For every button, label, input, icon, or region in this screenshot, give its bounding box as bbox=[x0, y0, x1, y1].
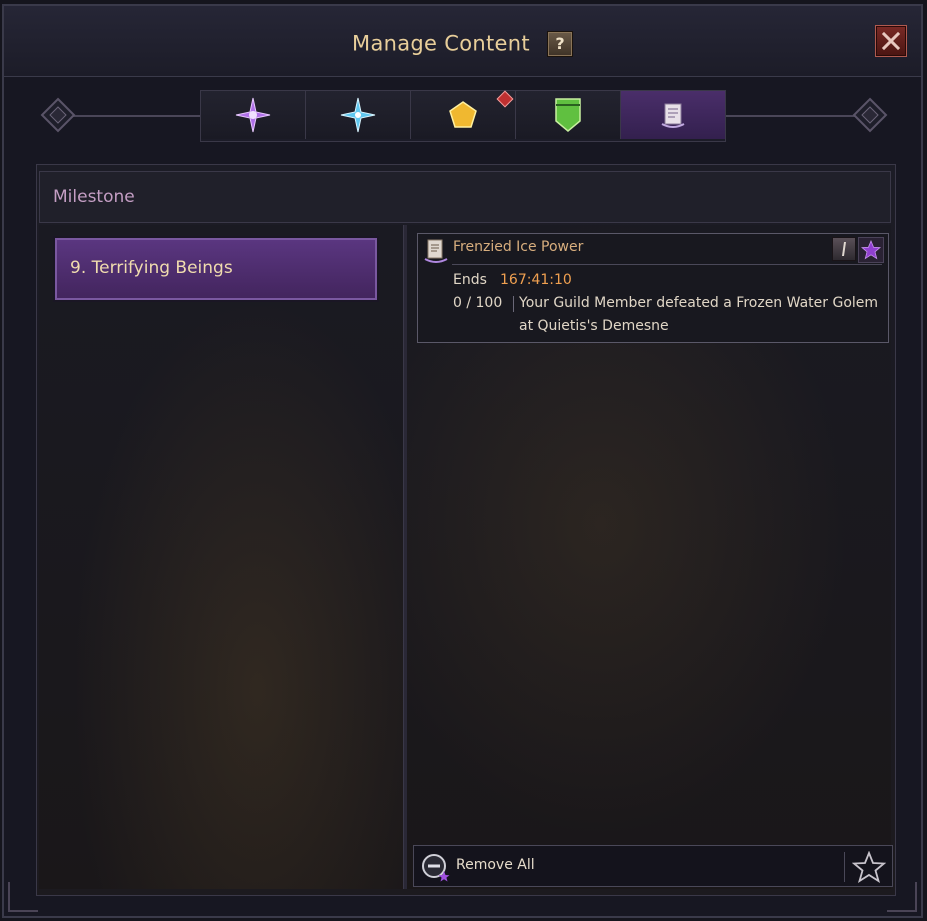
section-header-label: Milestone bbox=[53, 187, 135, 207]
info-button[interactable] bbox=[832, 237, 856, 261]
tab-blue-star[interactable] bbox=[306, 91, 411, 139]
close-button[interactable] bbox=[875, 25, 907, 57]
mission-scroll-icon bbox=[424, 239, 448, 263]
milestone-list: 9. Terrifying Beings bbox=[39, 225, 403, 889]
info-icon bbox=[842, 242, 846, 256]
violet-star-icon bbox=[235, 97, 271, 133]
ornament-left-icon bbox=[40, 97, 76, 133]
milestone-item[interactable]: 9. Terrifying Beings bbox=[55, 238, 377, 300]
title-bar: Manage Content ? bbox=[4, 6, 921, 77]
gold-pentagon-icon bbox=[449, 101, 477, 128]
tab-green-banner[interactable] bbox=[516, 91, 621, 139]
corner-ornament-bl bbox=[8, 882, 38, 912]
mission-card: Frenzied Ice Power Ends 167:41:10 0 / 10… bbox=[417, 233, 889, 343]
tabs-row bbox=[200, 90, 726, 142]
tab-violet-star[interactable] bbox=[201, 91, 306, 139]
help-button[interactable]: ? bbox=[546, 30, 573, 57]
action-bar-divider bbox=[844, 852, 845, 882]
content-panel: Milestone 9. Terrifying Beings Frenzied … bbox=[36, 164, 896, 896]
title-wrap: Manage Content ? bbox=[4, 26, 921, 60]
mission-description: Your Guild Member defeated a Frozen Wate… bbox=[519, 295, 879, 334]
milestone-label: 9. Terrifying Beings bbox=[70, 258, 233, 278]
progress-value: 0 / 100 bbox=[453, 295, 503, 311]
category-tabs bbox=[36, 90, 892, 142]
window-title: Manage Content bbox=[352, 31, 530, 56]
manage-content-window: Manage Content ? Milestone 9. Terrifying… bbox=[2, 4, 923, 918]
scroll-icon bbox=[661, 103, 685, 128]
corner-ornament-br bbox=[887, 882, 917, 912]
favorite-button[interactable] bbox=[858, 237, 884, 263]
ends-label: Ends bbox=[453, 272, 487, 288]
card-divider bbox=[452, 264, 882, 265]
blue-star-icon bbox=[340, 97, 376, 133]
remove-all-button[interactable]: Remove All bbox=[456, 857, 535, 873]
mission-title: Frenzied Ice Power bbox=[453, 239, 584, 255]
section-header: Milestone bbox=[39, 171, 891, 223]
green-banner-icon bbox=[555, 98, 581, 132]
star-outline-icon[interactable] bbox=[852, 851, 886, 883]
tab-gold-pentagon[interactable] bbox=[411, 90, 516, 139]
ends-timer: 167:41:10 bbox=[500, 272, 572, 288]
tab-scroll[interactable] bbox=[621, 91, 725, 139]
remove-all-icon[interactable] bbox=[420, 852, 450, 882]
purple-star-icon bbox=[861, 240, 881, 260]
alert-badge-icon bbox=[496, 90, 514, 108]
mission-details: Frenzied Ice Power Ends 167:41:10 0 / 10… bbox=[407, 225, 891, 889]
progress-divider bbox=[513, 296, 514, 312]
action-bar: Remove All bbox=[413, 845, 893, 887]
ornament-right-icon bbox=[852, 97, 888, 133]
close-icon bbox=[881, 31, 901, 51]
